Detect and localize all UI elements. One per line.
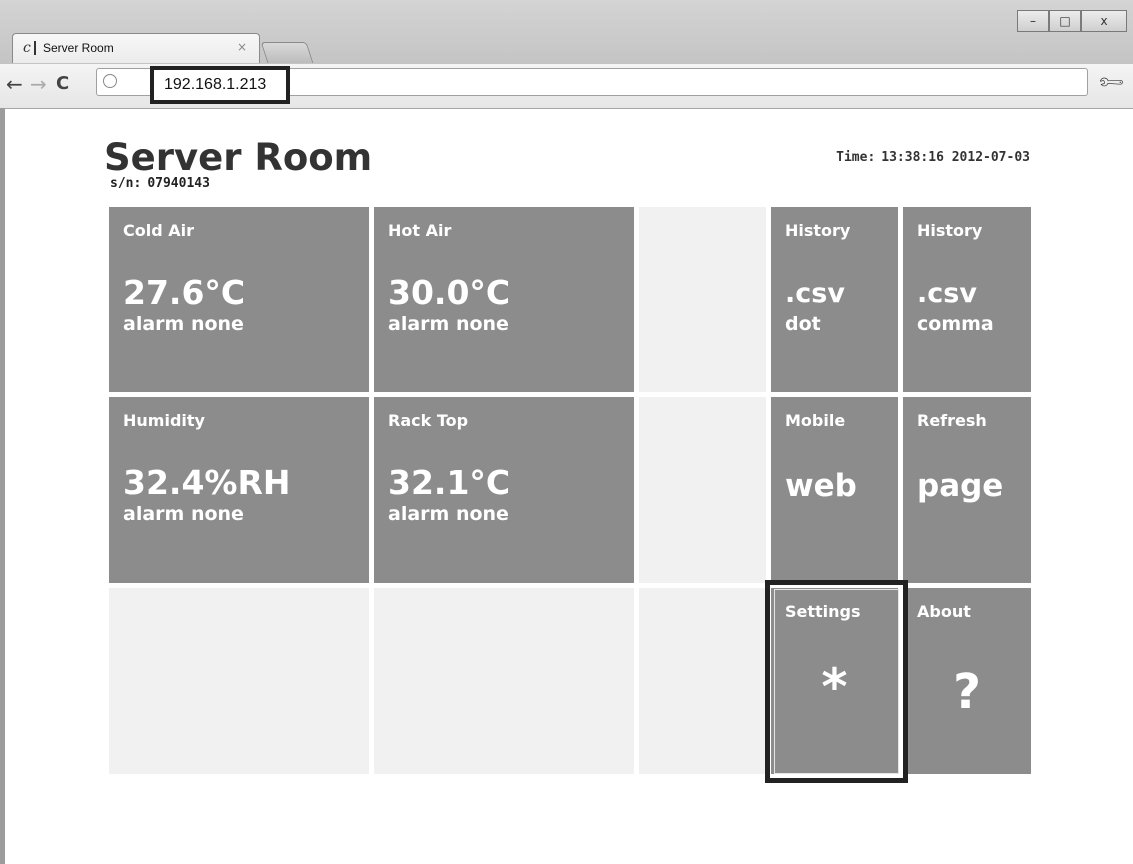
reload-icon[interactable]: C bbox=[56, 74, 69, 94]
forward-arrow-icon[interactable]: → bbox=[30, 74, 47, 94]
sensor-tile-cold-air[interactable]: Cold Air 27.6°C alarm none bbox=[109, 207, 369, 392]
sensor-value: 27.6°C bbox=[123, 273, 246, 312]
sensor-alarm: alarm none bbox=[123, 503, 244, 525]
history-csv-dot-tile[interactable]: History .csv dot bbox=[771, 207, 898, 392]
mobile-big-text: web bbox=[785, 468, 857, 504]
sensor-value: 32.1°C bbox=[388, 463, 511, 502]
empty-tile bbox=[639, 207, 766, 392]
empty-tile bbox=[639, 588, 766, 774]
tab-title: Server Room bbox=[43, 41, 114, 55]
history-comma-separator: comma bbox=[917, 313, 994, 335]
time-readout: Time: 13:38:16 2012-07-03 bbox=[836, 150, 1030, 165]
url-highlight-box: 192.168.1.213 bbox=[150, 66, 290, 104]
time-value: 13:38:16 2012-07-03 bbox=[881, 150, 1030, 165]
page-title: Server Room bbox=[104, 136, 373, 179]
time-label: Time: bbox=[836, 150, 876, 165]
empty-tile bbox=[639, 397, 766, 583]
empty-tile bbox=[374, 588, 634, 774]
history-dot-label: History bbox=[785, 221, 851, 240]
sensor-value: 30.0°C bbox=[388, 273, 511, 312]
window-controls: – □ x bbox=[1017, 10, 1127, 32]
browser-tab[interactable]: c Server Room × bbox=[12, 33, 260, 63]
sensor-value: 32.4%RH bbox=[123, 463, 291, 502]
browser-titlebar: c Server Room × – □ x bbox=[0, 0, 1133, 65]
history-csv-comma-tile[interactable]: History .csv comma bbox=[903, 207, 1031, 392]
url-text[interactable]: 192.168.1.213 bbox=[164, 76, 266, 94]
new-tab-button[interactable] bbox=[260, 42, 314, 63]
refresh-big-text: page bbox=[917, 468, 1004, 504]
site-favicon-icon: c bbox=[23, 40, 39, 56]
sensor-tile-hot-air[interactable]: Hot Air 30.0°C alarm none bbox=[374, 207, 634, 392]
history-comma-label: History bbox=[917, 221, 983, 240]
serial-number: s/n: 07940143 bbox=[110, 176, 210, 191]
history-dot-separator: dot bbox=[785, 313, 821, 335]
sensor-alarm: alarm none bbox=[123, 313, 244, 335]
sensor-tile-rack-top[interactable]: Rack Top 32.1°C alarm none bbox=[374, 397, 634, 583]
history-dot-format: .csv bbox=[785, 278, 845, 309]
sensor-alarm: alarm none bbox=[388, 313, 509, 335]
sensor-tile-humidity[interactable]: Humidity 32.4%RH alarm none bbox=[109, 397, 369, 583]
mobile-label: Mobile bbox=[785, 411, 846, 430]
history-comma-format: .csv bbox=[917, 278, 977, 309]
empty-tile bbox=[109, 588, 369, 774]
back-arrow-icon[interactable]: ← bbox=[6, 74, 23, 94]
settings-highlight-inner bbox=[774, 589, 899, 774]
serial-value: 07940143 bbox=[147, 176, 210, 191]
tab-close-icon[interactable]: × bbox=[237, 40, 247, 54]
refresh-page-tile[interactable]: Refresh page bbox=[903, 397, 1031, 583]
minimize-button[interactable]: – bbox=[1017, 10, 1049, 32]
serial-label: s/n: bbox=[110, 176, 142, 191]
refresh-label: Refresh bbox=[917, 411, 987, 430]
wrench-menu-icon[interactable]: 🔧︎ bbox=[1096, 67, 1127, 98]
maximize-button[interactable]: □ bbox=[1049, 10, 1081, 32]
close-window-button[interactable]: x bbox=[1081, 10, 1127, 32]
sensor-label: Rack Top bbox=[388, 411, 469, 430]
sensor-alarm: alarm none bbox=[388, 503, 509, 525]
about-tile[interactable]: About ? bbox=[903, 588, 1031, 774]
sensor-label: Humidity bbox=[123, 411, 205, 430]
question-mark-icon: ? bbox=[953, 664, 981, 720]
sensor-label: Hot Air bbox=[388, 221, 452, 240]
sensor-label: Cold Air bbox=[123, 221, 194, 240]
settings-highlight-box bbox=[765, 580, 908, 783]
window-left-border bbox=[0, 108, 5, 864]
about-label: About bbox=[917, 602, 971, 621]
page-info-icon[interactable] bbox=[103, 74, 117, 88]
mobile-web-tile[interactable]: Mobile web bbox=[771, 397, 898, 583]
